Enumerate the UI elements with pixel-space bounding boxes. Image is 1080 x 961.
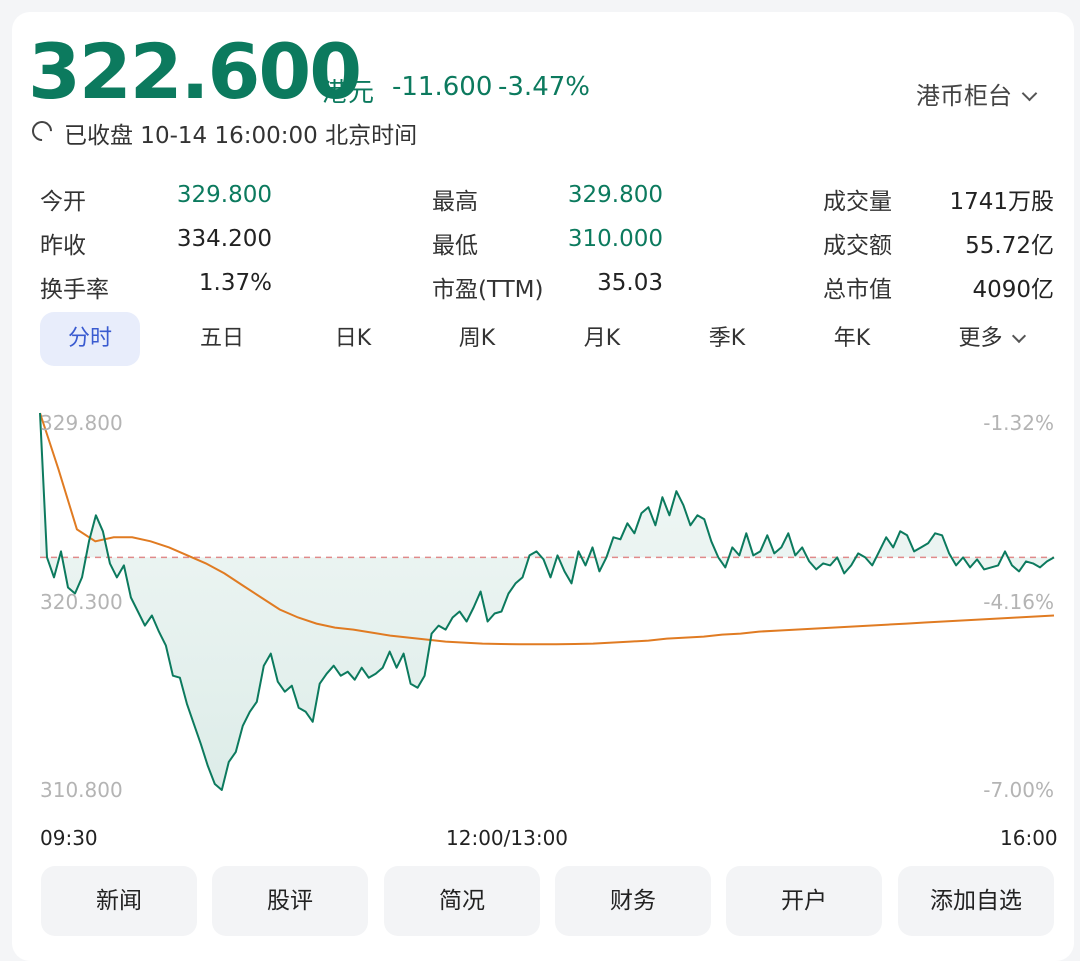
intraday-chart[interactable] [0, 0, 1080, 961]
price-area [40, 413, 1054, 790]
y-tick-left-top: 329.800 [40, 411, 123, 435]
y-tick-left-mid: 320.300 [40, 590, 123, 614]
open-account-button[interactable]: 开户 [726, 866, 882, 936]
y-tick-left-bottom: 310.800 [40, 778, 123, 802]
comments-button[interactable]: 股评 [212, 866, 368, 936]
financials-button[interactable]: 财务 [555, 866, 711, 936]
y-tick-right-top: -1.32% [983, 411, 1054, 435]
profile-button[interactable]: 简况 [384, 866, 540, 936]
x-tick-open: 09:30 [40, 826, 98, 850]
y-tick-right-mid: -4.16% [983, 590, 1054, 614]
y-tick-right-bottom: -7.00% [983, 778, 1054, 802]
x-tick-close: 16:00 [1000, 826, 1058, 850]
news-button[interactable]: 新闻 [41, 866, 197, 936]
x-tick-midday: 12:00/13:00 [446, 826, 569, 850]
add-watchlist-button[interactable]: 添加自选 [898, 866, 1054, 936]
